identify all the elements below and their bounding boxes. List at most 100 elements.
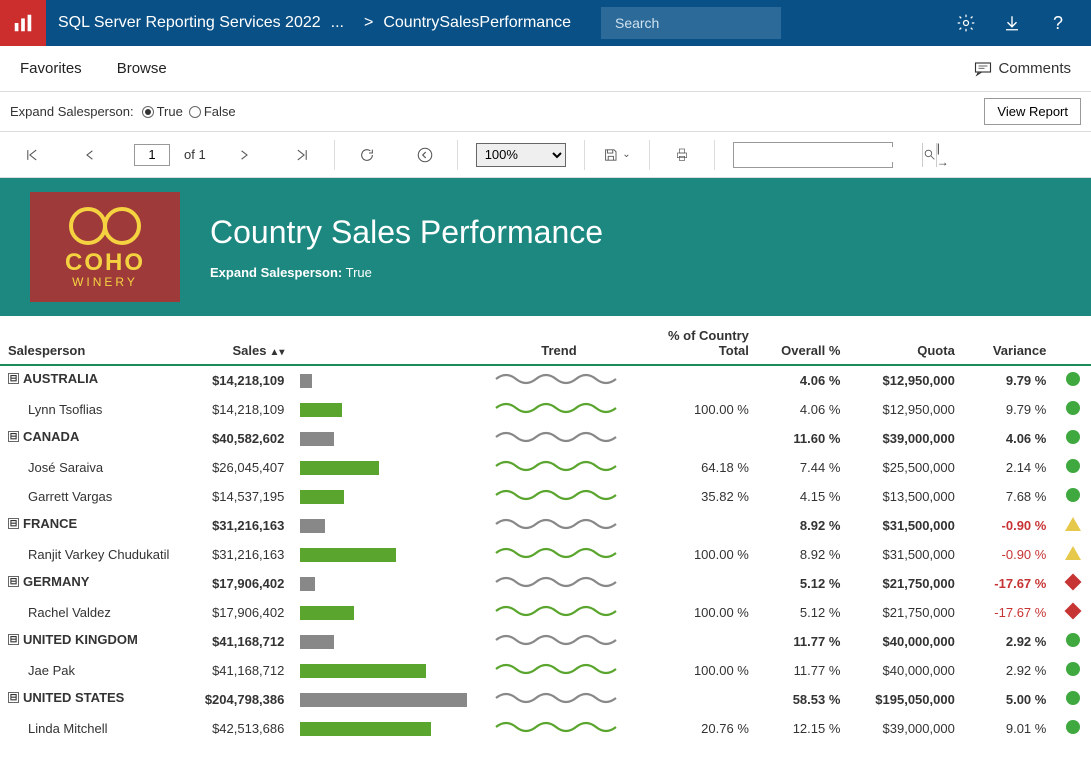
- country-name: CANADA: [23, 429, 79, 444]
- collapse-button[interactable]: ⊟: [8, 431, 19, 442]
- country-name: UNITED STATES: [23, 690, 124, 705]
- nav-favorites[interactable]: Favorites: [20, 60, 82, 77]
- next-page-button[interactable]: [230, 141, 258, 169]
- col-sales[interactable]: Sales▲▾: [183, 322, 292, 365]
- col-quota[interactable]: Quota: [848, 322, 962, 365]
- breadcrumb-report[interactable]: CountrySalesPerformance: [383, 14, 571, 32]
- first-page-button[interactable]: [18, 141, 46, 169]
- kpi-indicator: [1054, 598, 1091, 627]
- col-trend[interactable]: Trend: [475, 322, 642, 365]
- variance-value: -17.67 %: [963, 598, 1055, 627]
- sales-bar: [292, 365, 475, 395]
- overall-value: 4.15 %: [757, 482, 849, 511]
- col-salesperson[interactable]: Salesperson: [0, 322, 183, 365]
- overall-value: 5.12 %: [757, 569, 849, 598]
- parameter-bar: Expand Salesperson: True False View Repo…: [0, 92, 1091, 132]
- variance-value: 7.68 %: [963, 482, 1055, 511]
- variance-value: 9.79 %: [963, 365, 1055, 395]
- nav-browse[interactable]: Browse: [117, 60, 167, 77]
- kpi-indicator: [1054, 714, 1091, 738]
- variance-value: 9.01 %: [963, 714, 1055, 738]
- pct-country-value: [642, 424, 756, 453]
- salesperson-name: Garrett Vargas: [28, 489, 112, 504]
- sales-value: $31,216,163: [183, 511, 292, 540]
- help-button[interactable]: ?: [1035, 0, 1081, 46]
- kpi-circle-icon: [1066, 488, 1080, 502]
- trend-sparkline: [475, 424, 642, 453]
- trend-sparkline: [475, 482, 642, 511]
- chevron-down-icon: ⌄: [622, 149, 630, 160]
- view-report-button[interactable]: View Report: [984, 98, 1081, 125]
- sales-bar: [292, 627, 475, 656]
- breadcrumb-chevron-icon: >: [364, 14, 373, 32]
- report-title: Country Sales Performance: [210, 214, 603, 251]
- pct-country-value: 100.00 %: [642, 395, 756, 424]
- trend-sparkline: [475, 656, 642, 685]
- salesperson-name: Lynn Tsoflias: [28, 402, 102, 417]
- trend-sparkline: [475, 365, 642, 395]
- find-button[interactable]: [922, 143, 936, 167]
- pct-country-value: 100.00 %: [642, 540, 756, 569]
- radio-true[interactable]: True: [142, 104, 183, 119]
- kpi-indicator: [1054, 424, 1091, 453]
- report-viewport[interactable]: COHO WINERY Country Sales Performance Ex…: [0, 178, 1091, 738]
- print-button[interactable]: [668, 141, 696, 169]
- sales-bar: [292, 540, 475, 569]
- chevron-right-icon: [238, 148, 250, 162]
- country-name: AUSTRALIA: [23, 371, 98, 386]
- export-button[interactable]: ⌄: [603, 141, 631, 169]
- search-box[interactable]: [601, 7, 781, 39]
- download-button[interactable]: [989, 0, 1035, 46]
- back-button[interactable]: [411, 141, 439, 169]
- comments-button[interactable]: Comments: [974, 60, 1071, 77]
- kpi-circle-icon: [1066, 691, 1080, 705]
- col-pct-country[interactable]: % of Country Total: [642, 322, 756, 365]
- trend-sparkline: [475, 685, 642, 714]
- settings-button[interactable]: [943, 0, 989, 46]
- quota-value: $13,500,000: [848, 482, 962, 511]
- param-radio-group: True False: [142, 104, 236, 119]
- find-next-button[interactable]: |→: [936, 143, 949, 167]
- variance-value: 2.92 %: [963, 656, 1055, 685]
- pct-country-value: [642, 511, 756, 540]
- col-variance[interactable]: Variance: [963, 322, 1055, 365]
- find-input[interactable]: [734, 147, 922, 162]
- kpi-indicator: [1054, 453, 1091, 482]
- col-bar: [292, 322, 475, 365]
- app-title[interactable]: SQL Server Reporting Services 2022: [58, 14, 321, 32]
- table-row: Lynn Tsoflias$14,218,109100.00 %4.06 %$1…: [0, 395, 1091, 424]
- page-number-input[interactable]: [134, 144, 170, 166]
- sales-value: $41,168,712: [183, 627, 292, 656]
- pct-country-value: [642, 365, 756, 395]
- collapse-button[interactable]: ⊟: [8, 576, 19, 587]
- breadcrumb-ellipsis[interactable]: ...: [331, 14, 344, 32]
- variance-value: 9.79 %: [963, 395, 1055, 424]
- trend-sparkline: [475, 540, 642, 569]
- comments-label: Comments: [998, 60, 1071, 77]
- print-icon: [673, 147, 691, 163]
- radio-false[interactable]: False: [189, 104, 236, 119]
- kpi-indicator: [1054, 365, 1091, 395]
- pct-country-value: 35.82 %: [642, 482, 756, 511]
- collapse-button[interactable]: ⊟: [8, 692, 19, 703]
- refresh-button[interactable]: [353, 141, 381, 169]
- table-row: ⊟CANADA$40,582,60211.60 %$39,000,0004.06…: [0, 424, 1091, 453]
- sales-value: $14,537,195: [183, 482, 292, 511]
- collapse-button[interactable]: ⊟: [8, 634, 19, 645]
- sales-value: $14,218,109: [183, 395, 292, 424]
- collapse-button[interactable]: ⊟: [8, 518, 19, 529]
- sub-nav: Favorites Browse Comments: [0, 46, 1091, 92]
- collapse-button[interactable]: ⊟: [8, 373, 19, 384]
- zoom-select[interactable]: 100%: [476, 143, 566, 167]
- last-page-button[interactable]: [288, 141, 316, 169]
- prev-page-button[interactable]: [76, 141, 104, 169]
- app-logo[interactable]: [0, 0, 46, 46]
- kpi-indicator: [1054, 627, 1091, 656]
- search-input[interactable]: [615, 15, 796, 31]
- kpi-circle-icon: [1066, 401, 1080, 415]
- sales-bar: [292, 453, 475, 482]
- col-overall[interactable]: Overall %: [757, 322, 849, 365]
- sales-value: $26,045,407: [183, 453, 292, 482]
- help-icon: ?: [1053, 13, 1063, 34]
- search-icon: [923, 148, 936, 161]
